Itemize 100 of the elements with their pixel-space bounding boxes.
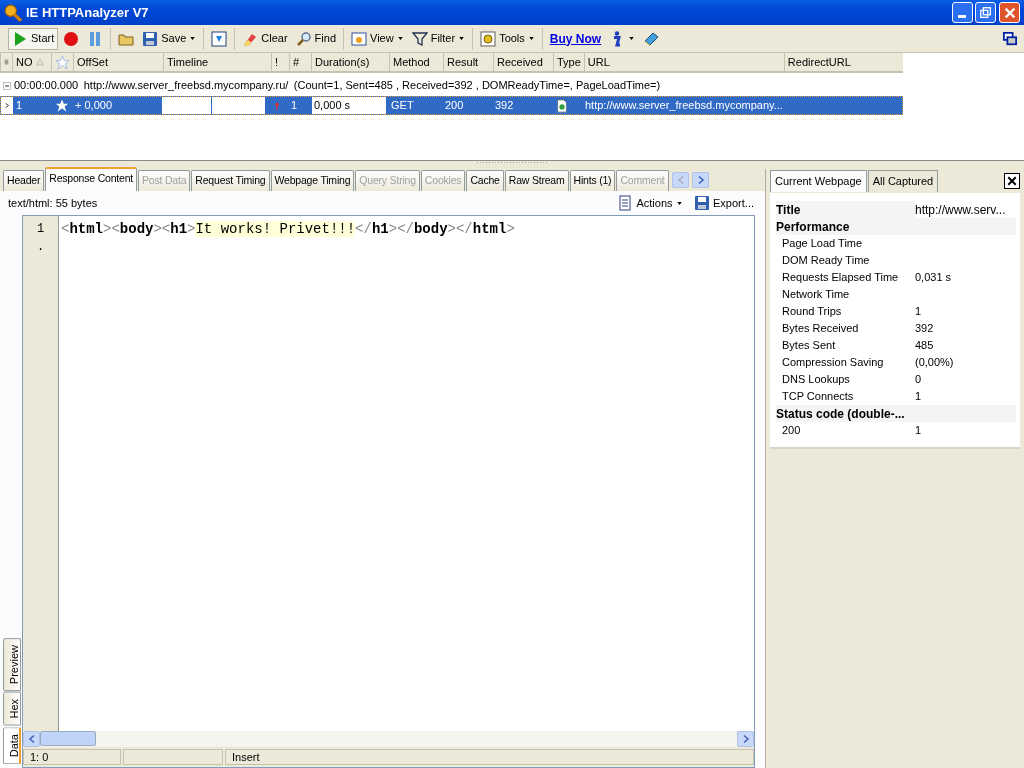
list-icon <box>617 195 634 211</box>
action-button[interactable]: Actions <box>614 192 686 214</box>
column-header[interactable]: Timeline <box>167 53 209 71</box>
property-value: http://www.serv... <box>915 201 1006 219</box>
property-label: Bytes Sent <box>781 338 837 354</box>
line-number: 1 <box>35 221 46 238</box>
edit-mode: Insert <box>232 749 260 765</box>
table-cell-text: 1 <box>16 98 23 114</box>
row-pointer-icon <box>4 101 10 110</box>
maximize-button[interactable] <box>975 2 997 23</box>
window-title: IE HTTPAnalyzer V7 <box>26 3 149 22</box>
window-icon <box>351 30 367 47</box>
column-header[interactable]: Received <box>497 53 543 71</box>
column-header[interactable]: ! <box>275 53 279 71</box>
toolbar-button[interactable]: Find <box>292 27 339 50</box>
caret-icon <box>396 36 404 41</box>
stop-icon <box>63 30 80 47</box>
close-icon <box>1002 5 1017 20</box>
gear-icon <box>480 30 497 47</box>
caret-icon <box>458 36 466 41</box>
download-icon <box>211 30 228 47</box>
property-label: Page Load Time <box>781 236 864 252</box>
close-button[interactable] <box>1004 173 1020 189</box>
table-cell-text: 1 <box>291 98 298 114</box>
property-value: 0,031 s <box>915 270 952 286</box>
property-label: DOM Ready Time <box>781 253 871 269</box>
toolbar-button[interactable]: Tools <box>477 27 538 50</box>
caret-icon <box>527 36 535 41</box>
filter-icon <box>411 30 428 47</box>
action-button[interactable]: Export... <box>691 192 757 214</box>
property-value: 485 <box>915 338 934 354</box>
tab[interactable]: Response Content <box>45 167 138 191</box>
sort-icon <box>35 58 44 66</box>
minimize-icon <box>958 15 966 18</box>
table-cell: 0,000 s <box>312 97 386 114</box>
line-number: . <box>35 239 46 256</box>
code-line: <html><body><h1>It works! Privet!!!</h1></body></html> <box>60 220 516 238</box>
side-tab[interactable]: Preview <box>3 638 21 692</box>
tab[interactable]: All Captured <box>867 170 939 192</box>
group-summary: (Count=1, Sent=485 , Received=392 , DOMReadyTime=, PageLoadTime=) <box>293 78 661 94</box>
tab[interactable]: Raw Stream <box>504 170 569 191</box>
table-cell-text: 200 <box>445 98 464 114</box>
toolbar-button[interactable]: Clear <box>239 27 291 50</box>
floppy-icon <box>142 30 159 47</box>
column-chooser-icon <box>4 57 9 67</box>
table-cell-text: GET <box>391 98 414 114</box>
property-label: TCP Connects <box>781 389 855 405</box>
column-header[interactable]: Type <box>557 53 581 71</box>
minimize-button[interactable] <box>951 2 973 23</box>
play-icon <box>12 30 28 47</box>
caret-icon <box>189 36 197 41</box>
request-row[interactable]: 1 + 0,000 1 0,000 s GET 200 392 http://www.server_freebsd.mycompany... <box>0 96 903 115</box>
toolbar-button[interactable]: Start <box>8 27 59 50</box>
toolbar-button[interactable]: Filter <box>408 27 469 50</box>
app-icon <box>4 3 22 22</box>
section-title: Performance <box>776 218 851 236</box>
property-value: 392 <box>915 321 934 337</box>
toolbar-button[interactable]: Save <box>139 27 200 50</box>
column-header[interactable]: URL <box>587 53 610 71</box>
scroll-right-button[interactable] <box>692 172 710 189</box>
table-cell-text: 392 <box>495 98 514 114</box>
table-cell-text: + 0,000 <box>75 98 112 114</box>
section-title: Status code (double-... <box>776 405 906 423</box>
property-label: Round Trips <box>781 304 843 320</box>
column-header[interactable]: NO <box>16 53 33 71</box>
column-header[interactable]: Result <box>447 53 479 71</box>
property-label: Compression Saving <box>781 355 885 371</box>
buy-now-link[interactable]: Buy Now <box>546 27 605 50</box>
caret-icon <box>628 36 636 41</box>
side-tab[interactable]: Hex <box>3 692 21 726</box>
tab[interactable]: Request Timing <box>191 170 270 191</box>
group-time: 00:00:00.000 <box>14 78 79 94</box>
content-type-label: text/html: 55 bytes <box>8 195 98 211</box>
cursor-position: 1: 0 <box>30 749 49 765</box>
tab[interactable]: Header <box>3 170 45 191</box>
tab[interactable]: Hints (1) <box>569 170 616 191</box>
caret-icon <box>675 200 683 206</box>
column-header[interactable]: # <box>293 53 300 71</box>
group-url: http://www.server_freebsd.mycompany.ru/ <box>83 78 289 94</box>
table-cell-text: http://www.server_freebsd.mycompany... <box>585 98 783 114</box>
star-icon <box>55 98 69 113</box>
page-icon <box>555 98 569 113</box>
tab[interactable]: Webpage Timing <box>270 170 355 191</box>
column-header[interactable]: OffSet <box>77 53 108 71</box>
scroll-right-button[interactable] <box>737 731 754 747</box>
toolbar-button[interactable]: View <box>348 27 407 50</box>
restore-icon <box>978 5 993 20</box>
property-value: 1 <box>915 423 922 439</box>
scroll-thumb[interactable] <box>40 731 96 746</box>
column-header[interactable]: RedirectURL <box>787 53 851 71</box>
tab[interactable]: Current Webpage <box>770 170 867 192</box>
section-title: Title <box>776 201 802 219</box>
column-header[interactable]: Duration(s) <box>315 53 370 71</box>
side-tab[interactable]: Data <box>3 726 21 764</box>
splitter-grip[interactable] <box>476 161 548 165</box>
property-value: 0 <box>915 372 922 388</box>
star-icon <box>55 54 70 70</box>
tab[interactable]: Cache <box>466 170 504 191</box>
scroll-left-button[interactable] <box>23 731 40 747</box>
column-header[interactable]: Method <box>393 53 430 71</box>
